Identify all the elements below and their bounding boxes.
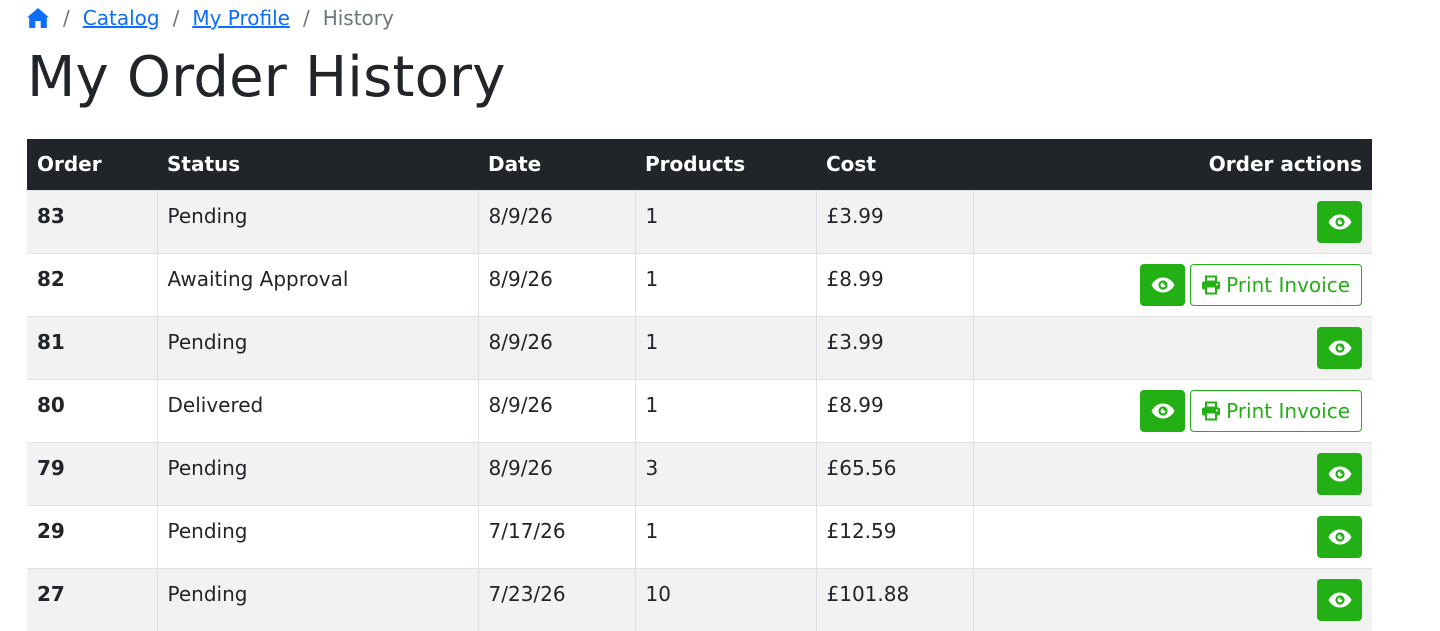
view-order-button[interactable] [1317,452,1362,495]
view-order-button[interactable] [1317,515,1362,558]
order-actions: Print Invoice [972,378,1372,442]
order-products-count: 1 [634,504,816,568]
eye-icon [1151,403,1175,419]
order-date: 8/9/26 [477,378,635,442]
order-actions: Print Invoice [972,252,1372,316]
print-invoice-button[interactable]: Print Invoice [1190,263,1362,306]
print-invoice-label: Print Invoice [1226,398,1350,423]
order-status: Pending [156,189,478,253]
order-actions [972,189,1372,253]
table-row: 83 Pending 8/9/26 1 £3.99 [27,189,1372,253]
eye-icon [1328,592,1352,608]
table-row: 82 Awaiting Approval 8/9/26 1 £8.99 Print Inv… [27,252,1372,316]
eye-icon [1328,529,1352,545]
order-cost: £8.99 [815,252,973,316]
order-status: Awaiting Approval [156,252,478,316]
order-products-count: 1 [634,189,816,253]
breadcrumb-separator: / [63,6,70,30]
column-header-products: Products [635,139,816,190]
column-header-status: Status [157,139,478,190]
breadcrumb-link-catalog[interactable]: Catalog [83,6,160,30]
table-header-row: Order Status Date Products Cost Order ac… [27,139,1372,190]
order-number: 27 [27,567,157,631]
eye-icon [1328,466,1352,482]
eye-icon [1151,277,1175,293]
order-products-count: 1 [634,378,816,442]
order-products-count: 1 [634,315,816,379]
order-date: 8/9/26 [477,315,635,379]
home-icon[interactable] [26,6,50,30]
order-products-count: 10 [634,567,816,631]
print-invoice-label: Print Invoice [1226,272,1350,297]
order-date: 7/17/26 [477,504,635,568]
table-row: 27 Pending 7/23/26 10 £101.88 [27,567,1372,631]
view-order-button[interactable] [1317,200,1362,243]
order-products-count: 3 [634,441,816,505]
order-status: Pending [156,315,478,379]
order-number: 80 [27,378,157,442]
eye-icon [1328,340,1352,356]
breadcrumb-separator: / [302,6,310,30]
table-row: 29 Pending 7/17/26 1 £12.59 [27,504,1372,568]
order-date: 7/23/26 [477,567,635,631]
breadcrumb: / Catalog / My Profile / History [26,4,394,32]
printer-icon [1201,401,1221,421]
view-order-button[interactable] [1140,389,1186,432]
order-actions [972,315,1372,379]
print-invoice-button[interactable]: Print Invoice [1190,389,1362,432]
order-cost: £3.99 [815,189,973,253]
eye-icon [1328,214,1352,230]
order-rows: 83 Pending 8/9/26 1 £3.99 82 Awaiting Approval… [27,189,1372,631]
breadcrumb-separator: / [172,6,180,30]
order-number: 83 [27,189,157,253]
table-row: 81 Pending 8/9/26 1 £3.99 [27,315,1372,379]
order-cost: £8.99 [815,378,973,442]
table-row: 80 Delivered 8/9/26 1 £8.99 Print Invoice [27,378,1372,442]
order-status: Pending [156,441,478,505]
order-number: 81 [27,315,157,379]
order-number: 29 [27,504,157,568]
view-order-button[interactable] [1317,578,1362,621]
order-status: Delivered [156,378,478,442]
order-cost: £3.99 [815,315,973,379]
order-actions [972,567,1372,631]
view-order-button[interactable] [1317,326,1362,369]
order-status: Pending [156,504,478,568]
page-title: My Order History [27,45,506,110]
order-cost: £65.56 [815,441,973,505]
breadcrumb-current: History [322,6,394,30]
order-cost: £101.88 [815,567,973,631]
order-products-count: 1 [634,252,816,316]
printer-icon [1201,275,1221,295]
order-status: Pending [156,567,478,631]
order-number: 82 [27,252,157,316]
order-history-table: Order Status Date Products Cost Order ac… [27,139,1372,631]
order-cost: £12.59 [815,504,973,568]
view-order-button[interactable] [1140,263,1186,306]
table-row: 79 Pending 8/9/26 3 £65.56 [27,441,1372,505]
breadcrumb-link-my-profile[interactable]: My Profile [192,6,290,30]
column-header-date: Date [478,139,635,190]
column-header-order: Order [27,139,157,190]
column-header-order-actions: Order actions [973,139,1372,190]
order-actions [972,441,1372,505]
order-actions [972,504,1372,568]
order-date: 8/9/26 [477,189,635,253]
order-number: 79 [27,441,157,505]
order-date: 8/9/26 [477,252,635,316]
column-header-cost: Cost [816,139,973,190]
order-date: 8/9/26 [477,441,635,505]
